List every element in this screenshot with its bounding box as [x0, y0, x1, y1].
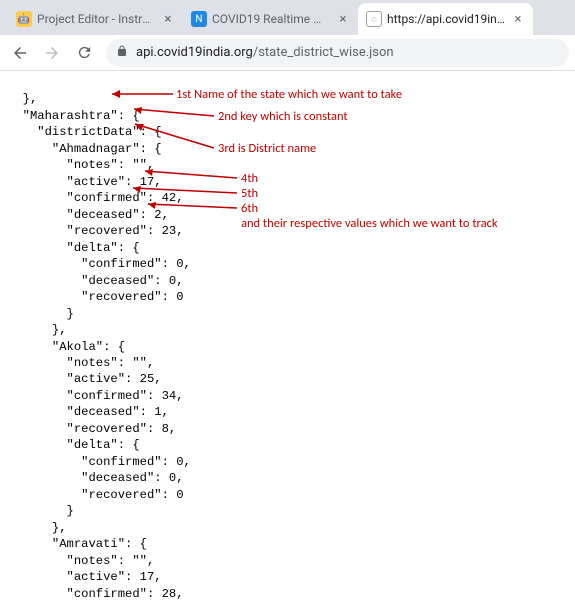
annotation-1: 1st Name of the state which we want to t… — [176, 87, 402, 104]
lock-icon — [116, 45, 128, 60]
tab-instructables[interactable]: 🤖 Project Editor - Instructables × — [8, 3, 183, 35]
tab-title: https://api.covid19india.org/sta — [387, 12, 506, 26]
close-icon[interactable]: × — [511, 12, 525, 26]
tab-title: COVID19 Realtime Monitoring — [212, 12, 331, 26]
annotation-6: 6th — [241, 201, 258, 218]
tab-title: Project Editor - Instructables — [37, 12, 156, 26]
tab-strip: 🤖 Project Editor - Instructables × N COV… — [0, 0, 575, 35]
page-content: }, "Maharashtra": { "districtData": { "A… — [0, 71, 575, 600]
url-text: api.covid19india.org/state_district_wise… — [136, 45, 394, 60]
tab-favicon: 🤖 — [16, 11, 32, 27]
json-text: }, "Maharashtra": { "districtData": { "A… — [8, 91, 191, 600]
globe-icon: ◌ — [366, 11, 382, 27]
reload-button[interactable] — [70, 39, 98, 67]
annotation-2: 2nd key which is constant — [218, 109, 348, 126]
tab-api-json[interactable]: ◌ https://api.covid19india.org/sta × — [358, 3, 533, 35]
annotation-3: 3rd is District name — [218, 141, 316, 158]
close-icon[interactable]: × — [336, 12, 350, 26]
back-button[interactable] — [6, 39, 34, 67]
tab-favicon: N — [191, 11, 207, 27]
annotation-4: 4th — [241, 171, 258, 188]
address-bar[interactable]: api.covid19india.org/state_district_wise… — [106, 39, 569, 67]
close-icon[interactable]: × — [161, 12, 175, 26]
annotation-5: 5th — [241, 186, 258, 203]
annotation-7: and their respective values which we wan… — [241, 216, 498, 233]
tab-covid-monitor[interactable]: N COVID19 Realtime Monitoring × — [183, 3, 358, 35]
forward-button[interactable] — [38, 39, 66, 67]
browser-toolbar: api.covid19india.org/state_district_wise… — [0, 35, 575, 71]
